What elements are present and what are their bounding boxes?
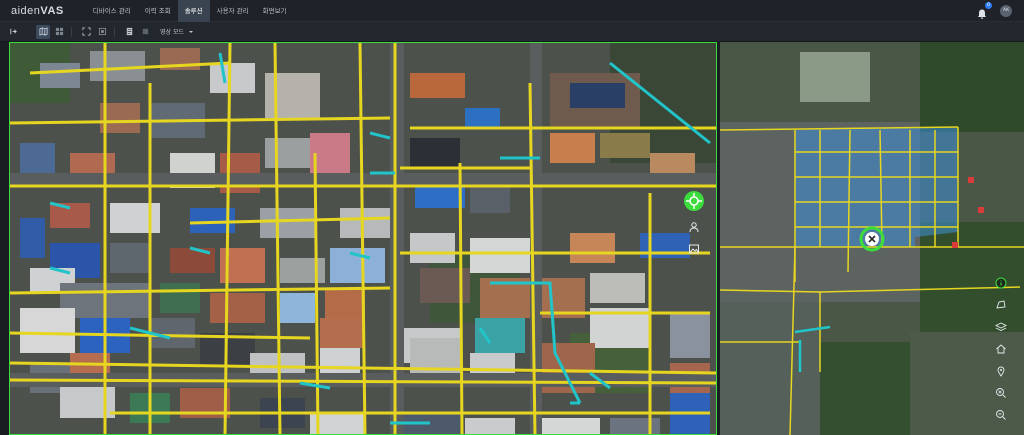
screenshot-icon [98,27,106,36]
map-icon [39,27,47,36]
panel-toggle-button[interactable] [6,25,20,39]
map-toolbar: 영상 모드 [0,22,1024,42]
left-gutter [0,42,9,435]
notification-button[interactable]: 0 [976,2,992,19]
view-mode-dropdown[interactable]: 영상 모드 [160,27,194,36]
info-button[interactable] [994,276,1008,290]
zoom-in-button[interactable] [994,386,1008,400]
nav-item-history[interactable]: 이력 조회 [138,0,178,22]
grid-view-button[interactable] [52,25,66,39]
forest-area [820,342,910,435]
collapse-panel-icon [9,28,17,35]
info-icon [995,277,1007,289]
layers-icon [142,28,148,35]
home-icon [996,344,1006,354]
measure-area-button[interactable] [994,298,1008,312]
grid-icon [55,27,63,36]
home-view-button[interactable] [994,342,1008,356]
zoom-out-icon [996,410,1006,420]
image-icon [689,244,699,254]
nav-item-screen-view[interactable]: 화면보기 [256,0,294,22]
logo-text-bold: VAS [40,4,64,17]
user-icon [689,222,699,233]
location-pin-icon [997,366,1005,377]
satellite-map-view[interactable] [720,42,1024,435]
forest-area [920,42,1024,132]
aerial-imagery [10,43,716,434]
header-actions: 0 AK [976,0,1012,22]
logo-text-light: aiden [11,4,41,17]
aerial-view-tools [683,190,705,256]
document-button[interactable] [122,25,136,39]
toolbar-divider [71,26,72,37]
map-view-button[interactable] [36,24,50,39]
aerial-video-view[interactable] [9,42,717,435]
zoom-in-icon [996,388,1006,398]
notification-badge: 0 [985,2,992,9]
app-logo[interactable]: aiden VAS [11,0,64,22]
location-marker-icon[interactable] [859,226,885,252]
zoom-out-button[interactable] [994,408,1008,422]
layers-button[interactable] [138,25,152,39]
nav-item-solution[interactable]: 솔루션 [177,0,210,22]
person-detect-button[interactable] [687,220,701,234]
target-location-button[interactable] [683,190,705,212]
toolbar-divider [114,26,115,37]
expand-icon [81,27,91,36]
user-avatar[interactable]: AK [1000,5,1012,17]
document-icon [126,27,132,36]
top-navigation-bar: aiden VAS 디바이스 관리 이력 조회 솔루션 사용자 관리 화면보기 0… [0,0,1024,22]
layers-icon [995,322,1007,332]
chevron-down-icon [189,30,193,33]
bell-icon [978,9,986,19]
layer-toggle-button[interactable] [994,320,1008,334]
main-nav: 디바이스 관리 이력 조회 솔루션 사용자 관리 화면보기 [86,0,294,22]
polygon-icon [996,300,1006,309]
view-mode-label: 영상 모드 [160,29,184,36]
nav-item-user-management[interactable]: 사용자 관리 [210,0,256,22]
capture-button[interactable] [95,25,109,39]
fit-screen-button[interactable] [79,25,93,39]
nav-item-device-management[interactable]: 디바이스 관리 [86,0,138,22]
my-location-button[interactable] [994,364,1008,378]
image-layer-button[interactable] [687,242,701,256]
satellite-map-tools [990,276,1012,422]
urban-area [720,302,820,435]
app-root: aiden VAS 디바이스 관리 이력 조회 솔루션 사용자 관리 화면보기 0… [0,0,1024,435]
crosshair-icon [684,191,704,211]
field-area [800,52,870,102]
